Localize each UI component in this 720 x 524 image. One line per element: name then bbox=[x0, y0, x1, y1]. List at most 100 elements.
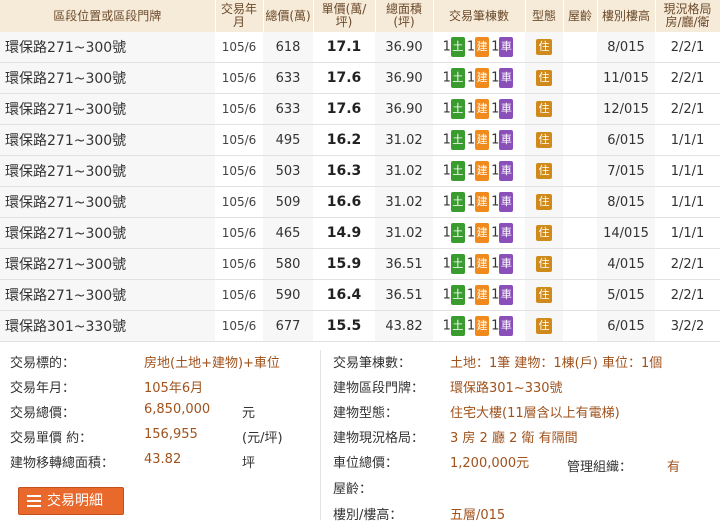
cell-location[interactable]: 環保路271~300號 bbox=[0, 217, 215, 249]
land-count: 1 bbox=[442, 101, 451, 117]
cell-layout: 2/2/1 bbox=[655, 32, 720, 63]
car-count: 1 bbox=[491, 39, 500, 55]
cell-total: 503 bbox=[263, 155, 313, 187]
cell-unit-price: 17.6 bbox=[313, 93, 375, 125]
table-row[interactable]: 環保路271~300號 105/6 580 15.9 36.51 1 土 1 建 1 車住 4/015… bbox=[0, 248, 720, 280]
cell-location[interactable]: 環保路271~300號 bbox=[0, 32, 215, 63]
detail-unit: 坪 bbox=[242, 456, 256, 471]
cell-total: 677 bbox=[263, 310, 313, 342]
transaction-detail-button[interactable]: 交易明細 bbox=[18, 487, 124, 515]
management-value: 有 bbox=[667, 460, 681, 475]
header-date[interactable]: 交易年月 bbox=[215, 0, 264, 32]
land-badge-icon: 土 bbox=[450, 68, 465, 88]
building-badge-icon: 建 bbox=[475, 254, 490, 274]
cell-location[interactable]: 環保路271~300號 bbox=[0, 93, 215, 125]
detail-left-row: 交易標的： 房地(土地+建物)+車位 bbox=[10, 352, 280, 371]
menu-icon bbox=[27, 495, 41, 507]
detail-value: 環保路301~330號 bbox=[450, 381, 563, 396]
detail-left-row: 交易單價 約： 156,955 (元/坪) bbox=[10, 427, 283, 446]
detail-divider bbox=[320, 350, 321, 520]
table-row[interactable]: 環保路271~300號 105/6 495 16.2 31.02 1 土 1 建 1 車住 6/015… bbox=[0, 124, 720, 156]
residence-type-icon: 住 bbox=[536, 256, 552, 272]
land-count: 1 bbox=[442, 194, 451, 210]
car-badge-icon: 車 bbox=[499, 254, 514, 274]
cell-area: 31.02 bbox=[375, 124, 433, 156]
cell-counts: 1土1建1車 bbox=[433, 310, 525, 342]
header-age[interactable]: 屋齡 bbox=[563, 0, 598, 32]
header-area[interactable]: 總面積(坪) bbox=[375, 0, 434, 32]
header-location[interactable]: 區段位置或區段門牌 bbox=[0, 0, 216, 32]
residence-type-icon: 住 bbox=[536, 194, 552, 210]
cell-location[interactable]: 環保路271~300號 bbox=[0, 279, 215, 311]
table-row[interactable]: 環保路271~300號 105/6 509 16.6 31.02 1 土 1 建 1 車住 8/015… bbox=[0, 186, 720, 218]
building-badge-icon: 建 bbox=[475, 316, 490, 336]
cell-floor: 4/015 bbox=[597, 248, 655, 280]
table-row[interactable]: 環保路271~300號 105/6 590 16.4 36.51 1 土 1 建 1 車住 5/015… bbox=[0, 279, 720, 311]
header-type[interactable]: 型態 bbox=[525, 0, 564, 32]
cell-unit-price: 15.9 bbox=[313, 248, 375, 280]
table-row[interactable]: 環保路271~300號 105/6 633 17.6 36.90 1 土 1 建 1 車住 11/01… bbox=[0, 62, 720, 94]
table-row[interactable]: 環保路271~300號 105/6 503 16.3 31.02 1 土 1 建 1 車住 7/015… bbox=[0, 155, 720, 187]
header-floor[interactable]: 樓別樓高 bbox=[597, 0, 656, 32]
detail-label: 交易筆棟數： bbox=[333, 356, 412, 371]
detail-label: 建物區段門牌： bbox=[333, 381, 425, 396]
cell-age bbox=[563, 62, 597, 94]
detail-value: 43.82 bbox=[144, 452, 182, 467]
cell-location[interactable]: 環保路271~300號 bbox=[0, 124, 215, 156]
cell-age bbox=[563, 279, 597, 311]
table-row[interactable]: 環保路301~330號 105/6 677 15.5 43.82 1 土 1 建 1 車住 6/015… bbox=[0, 310, 720, 342]
car-badge-icon: 車 bbox=[499, 99, 514, 119]
land-badge-icon: 土 bbox=[450, 316, 465, 336]
cell-location[interactable]: 環保路271~300號 bbox=[0, 248, 215, 280]
table-row[interactable]: 環保路271~300號 105/6 618 17.1 36.90 1 土 1 建 1 車住 8/015… bbox=[0, 32, 720, 63]
cell-location[interactable]: 環保路271~300號 bbox=[0, 155, 215, 187]
cell-total: 495 bbox=[263, 124, 313, 156]
building-count: 1 bbox=[466, 318, 476, 334]
car-badge-icon: 車 bbox=[499, 37, 514, 57]
land-count: 1 bbox=[442, 256, 451, 272]
cell-type: 住 bbox=[525, 279, 563, 311]
residence-type-icon: 住 bbox=[536, 318, 552, 334]
cell-date: 105/6 bbox=[215, 186, 263, 218]
detail-label: 交易標的： bbox=[10, 356, 76, 371]
land-count: 1 bbox=[442, 225, 451, 241]
residence-type-icon: 住 bbox=[536, 101, 552, 117]
cell-total: 580 bbox=[263, 248, 313, 280]
car-count: 1 bbox=[491, 256, 500, 272]
cell-floor: 8/015 bbox=[597, 32, 655, 63]
residence-type-icon: 住 bbox=[536, 225, 552, 241]
table-row[interactable]: 環保路271~300號 105/6 633 17.6 36.90 1 土 1 建 1 車住 12/01… bbox=[0, 93, 720, 125]
cell-type: 住 bbox=[525, 310, 563, 342]
cell-counts: 1土1建1車 bbox=[433, 124, 525, 156]
detail-label: 建物現況格局： bbox=[333, 431, 425, 446]
cell-floor: 6/015 bbox=[597, 124, 655, 156]
header-layout[interactable]: 現況格局房/廳/衛 bbox=[655, 0, 720, 32]
cell-location[interactable]: 環保路271~300號 bbox=[0, 186, 215, 218]
building-count: 1 bbox=[466, 256, 476, 272]
car-count: 1 bbox=[491, 287, 500, 303]
table-row[interactable]: 環保路271~300號 105/6 465 14.9 31.02 1 土 1 建 1 車住 14/01… bbox=[0, 217, 720, 249]
building-count: 1 bbox=[466, 194, 476, 210]
detail-left-row: 建物移轉總面積： 43.82 坪 bbox=[10, 452, 255, 471]
land-badge-icon: 土 bbox=[450, 130, 465, 150]
detail-right-row: 交易筆棟數： 土地：1筆 建物：1棟(戶) 車位：1個 bbox=[333, 352, 662, 371]
detail-value: 3 房 2 廳 2 衛 有隔間 bbox=[450, 431, 578, 446]
header-total[interactable]: 總價(萬) bbox=[263, 0, 314, 32]
land-badge-icon: 土 bbox=[450, 161, 465, 181]
detail-unit: 元 bbox=[242, 406, 256, 421]
cell-date: 105/6 bbox=[215, 248, 263, 280]
cell-location[interactable]: 環保路271~300號 bbox=[0, 62, 215, 94]
detail-left-row: 交易總價： 6,850,000 元 bbox=[10, 402, 255, 421]
cell-total: 590 bbox=[263, 279, 313, 311]
car-badge-icon: 車 bbox=[499, 68, 514, 88]
cell-type: 住 bbox=[525, 186, 563, 218]
cell-layout: 2/2/1 bbox=[655, 279, 720, 311]
header-unit-price[interactable]: 單價(萬/坪) bbox=[313, 0, 376, 32]
cell-location[interactable]: 環保路301~330號 bbox=[0, 310, 215, 342]
cell-type: 住 bbox=[525, 93, 563, 125]
building-badge-icon: 建 bbox=[475, 223, 490, 243]
cell-type: 住 bbox=[525, 62, 563, 94]
building-badge-icon: 建 bbox=[475, 130, 490, 150]
header-counts[interactable]: 交易筆棟數 bbox=[433, 0, 526, 32]
detail-value: 1,200,000元 bbox=[450, 456, 530, 471]
